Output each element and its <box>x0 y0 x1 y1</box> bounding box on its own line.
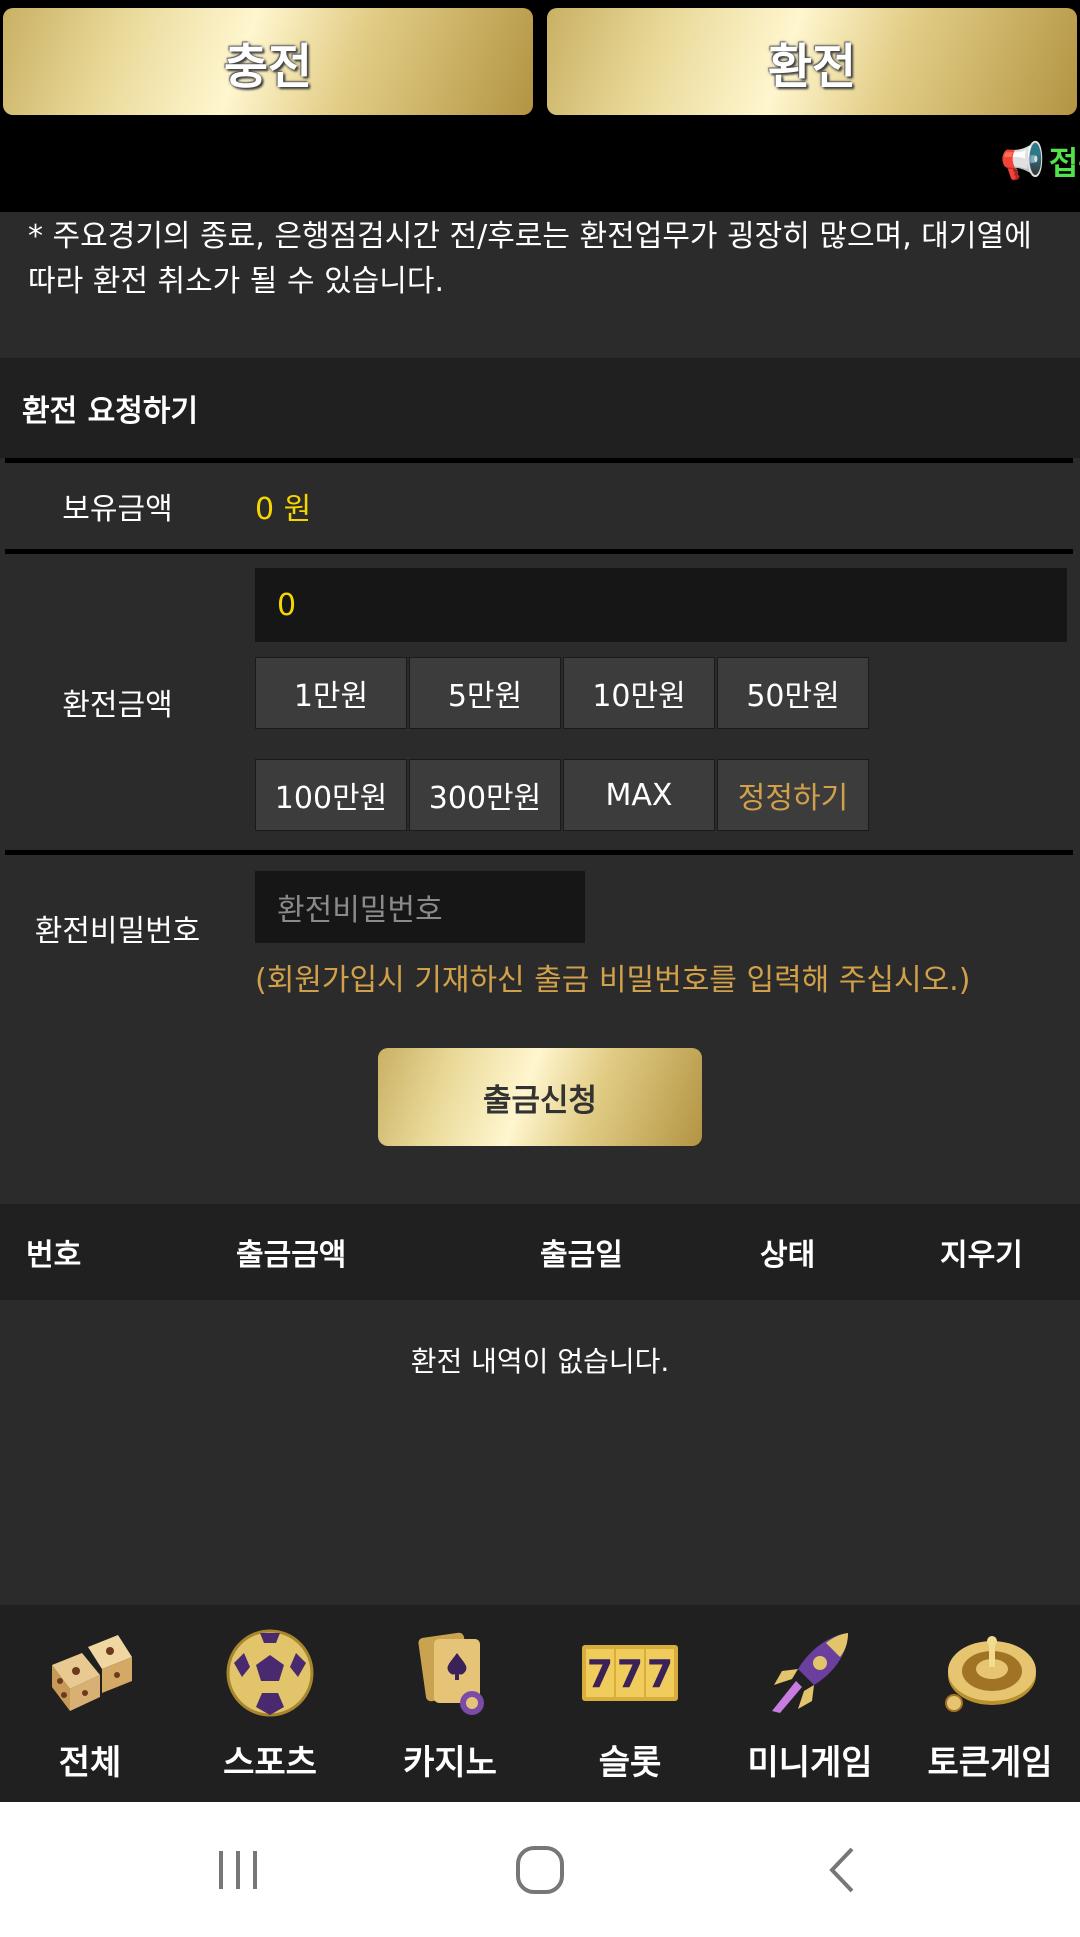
nav-label: 카지노 <box>403 1743 497 1783</box>
svg-text:7: 7 <box>617 1652 643 1696</box>
nav-item-casino[interactable]: 카지노 <box>360 1605 540 1802</box>
nav-item-token-game[interactable]: 토큰게임 <box>900 1605 1080 1802</box>
column-date: 출금일 <box>540 1238 623 1273</box>
notice-marquee: 📢 접속 <box>0 128 1080 212</box>
nav-item-slot[interactable]: 7 7 7 슬롯 <box>540 1605 720 1802</box>
back-icon <box>829 1847 854 1892</box>
soccer-ball-icon <box>226 1629 314 1717</box>
system-navigation-bar <box>0 1802 1080 1937</box>
password-row: 환전비밀번호 환전비밀번호 (회원가입시 기재하신 출금 비밀번호를 입력해 주… <box>5 855 1073 1001</box>
amount-button-10k[interactable]: 1만원 <box>255 657 407 729</box>
nav-label: 슬롯 <box>598 1743 662 1783</box>
nav-item-all[interactable]: 전체 <box>0 1605 180 1802</box>
playing-cards-icon <box>418 1632 484 1715</box>
password-help-text: (회원가입시 기재하신 출금 비밀번호를 입력해 주십시오.) <box>255 963 971 998</box>
nav-label: 토큰게임 <box>927 1743 1053 1783</box>
nav-label: 스포츠 <box>223 1743 317 1783</box>
amount-input[interactable]: 0 <box>255 568 1067 642</box>
amount-button-max[interactable]: MAX <box>563 759 715 831</box>
empty-history-message: 환전 내역이 없습니다. <box>410 1345 670 1378</box>
nav-item-minigame[interactable]: 미니게임 <box>720 1605 900 1802</box>
nav-item-sports[interactable]: 스포츠 <box>180 1605 360 1802</box>
column-status: 상태 <box>760 1238 816 1273</box>
section-title: 환전 요청하기 <box>0 358 1080 458</box>
nav-label: 미니게임 <box>747 1743 873 1783</box>
amount-reset-button[interactable]: 정정하기 <box>717 759 869 831</box>
amount-button-3m[interactable]: 300만원 <box>409 759 561 831</box>
top-tabs: 충전 환전 <box>0 0 1080 128</box>
hold-amount-label: 보유금액 <box>5 463 230 549</box>
dice-icon <box>52 1635 132 1711</box>
nav-label: 전체 <box>58 1743 122 1783</box>
marquee-text: 접속 <box>1048 144 1080 182</box>
column-delete: 지우기 <box>940 1238 1023 1273</box>
slot-777-icon: 7 7 7 <box>582 1645 678 1701</box>
amount-button-500k[interactable]: 50만원 <box>717 657 869 729</box>
amount-row: 환전금액 0 1만원 5만원 10만원 50만원 100만원 300만원 MAX… <box>5 554 1073 850</box>
history-table-body: 환전 내역이 없습니다. <box>0 1300 1080 1605</box>
svg-text:7: 7 <box>647 1652 673 1696</box>
amount-label: 환전금액 <box>5 554 230 850</box>
history-table-header: 번호 출금금액 출금일 상태 지우기 <box>0 1204 1080 1300</box>
svg-text:7: 7 <box>587 1652 613 1696</box>
recent-apps-button[interactable] <box>188 1802 288 1937</box>
tab-exchange[interactable]: 환전 <box>547 8 1077 115</box>
amount-button-50k[interactable]: 5만원 <box>409 657 561 729</box>
exchange-notice: * 주요경기의 종료, 은행점검시간 전/후로는 환전업무가 굉장히 많으며, … <box>0 212 1080 358</box>
roulette-icon <box>945 1636 1036 1712</box>
password-input[interactable]: 환전비밀번호 <box>255 871 585 943</box>
column-number: 번호 <box>26 1238 82 1273</box>
hold-amount-row: 보유금액 0 원 <box>5 463 1073 549</box>
amount-button-100k[interactable]: 10만원 <box>563 657 715 729</box>
home-button[interactable] <box>490 1802 590 1937</box>
rocket-icon <box>772 1633 848 1713</box>
hold-amount-value: 0 원 <box>255 492 312 527</box>
withdraw-submit-button[interactable]: 출금신청 <box>378 1048 702 1146</box>
column-amount: 출금금액 <box>236 1238 347 1273</box>
bottom-nav: 전체 스포츠 카지노 7 7 7 슬롯 미니게임 토큰게임 <box>0 1605 1080 1802</box>
amount-button-1m[interactable]: 100만원 <box>255 759 407 831</box>
back-button[interactable] <box>793 1802 893 1937</box>
recent-apps-icon <box>219 1850 257 1889</box>
home-icon <box>516 1845 564 1894</box>
tab-charge[interactable]: 충전 <box>3 8 533 115</box>
megaphone-icon: 📢 <box>1000 141 1045 182</box>
password-label: 환전비밀번호 <box>5 855 230 1001</box>
